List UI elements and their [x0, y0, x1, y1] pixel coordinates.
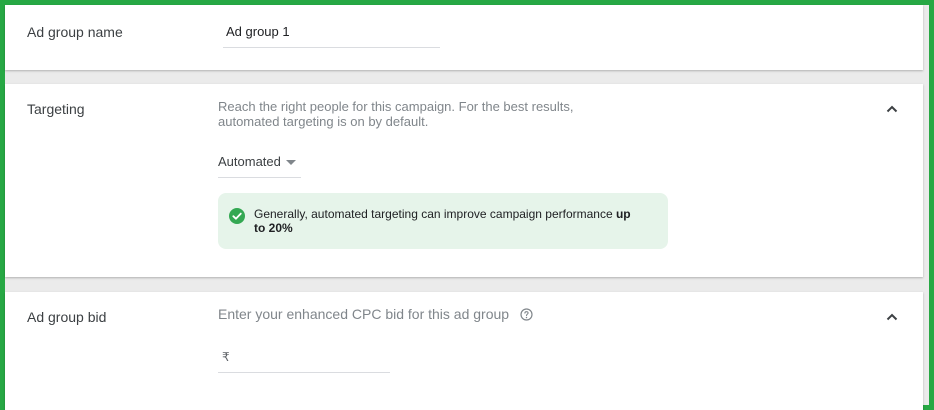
targeting-section: Targeting Reach the right people for thi… — [5, 84, 923, 277]
targeting-label: Targeting — [27, 101, 85, 117]
dropdown-arrow-icon — [286, 160, 296, 165]
ad-group-bid-section: Ad group bid Enter your enhanced CPC bid… — [5, 292, 923, 410]
notice-text: Generally, automated targeting can impro… — [254, 207, 644, 235]
chevron-up-icon[interactable] — [885, 102, 899, 116]
targeting-description: Reach the right people for this campaign… — [218, 99, 574, 129]
check-circle-icon — [229, 208, 245, 224]
ad-group-name-input[interactable]: Ad group 1 — [223, 21, 440, 48]
highlight-frame: Ad group name Ad group 1 Targeting Reach… — [0, 0, 934, 410]
bid-description: Enter your enhanced CPC bid for this ad … — [218, 306, 510, 322]
targeting-notice: Generally, automated targeting can impro… — [218, 193, 668, 249]
notice-text-regular: Generally, automated targeting can impro… — [254, 207, 616, 221]
ad-group-name-section: Ad group name Ad group 1 — [5, 5, 923, 70]
currency-symbol: ₹ — [222, 350, 230, 364]
targeting-dropdown[interactable]: Automated — [218, 151, 301, 178]
bid-description-row: Enter your enhanced CPC bid for this ad … — [218, 307, 533, 322]
ad-group-bid-label: Ad group bid — [27, 309, 107, 325]
ad-group-name-label: Ad group name — [27, 24, 123, 40]
chevron-up-icon[interactable] — [885, 310, 899, 324]
bid-amount-input[interactable]: ₹ — [218, 344, 390, 373]
help-circle-icon[interactable] — [520, 308, 533, 321]
targeting-dropdown-value: Automated — [218, 154, 281, 169]
